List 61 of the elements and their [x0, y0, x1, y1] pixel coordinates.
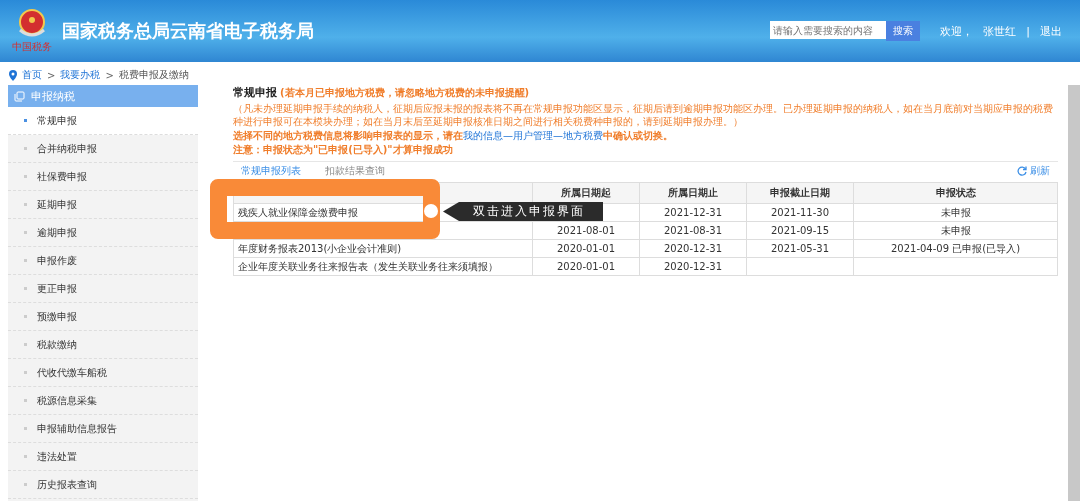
- logo-caption: 中国税务: [12, 40, 52, 54]
- location-pin-icon: [9, 69, 17, 81]
- breadcrumb-link[interactable]: 我要办税: [60, 68, 101, 82]
- settings-link[interactable]: 我的信息—用户管理—地方税费: [463, 130, 603, 141]
- table-cell: 残疾人就业保障金缴费申报: [238, 206, 358, 218]
- table-cell: 2020-12-31: [663, 261, 723, 272]
- user-name: 张世红: [983, 23, 1017, 39]
- tab[interactable]: 扣款结果查询: [325, 164, 385, 178]
- sidebar-item[interactable]: 延期申报: [8, 191, 198, 219]
- column-header: 所属日期止: [668, 187, 718, 198]
- table-cell: 未申报: [940, 206, 971, 218]
- sidebar-item[interactable]: 常规申报: [8, 107, 198, 135]
- breadcrumb-separator: >: [47, 69, 56, 81]
- table-cell: 2021-09-15: [770, 225, 830, 236]
- column-header: 申报截止日期: [770, 187, 830, 198]
- table-cell: 2021-12-31: [663, 207, 723, 218]
- sidebar-item[interactable]: 税款缴纳: [8, 331, 198, 359]
- refresh-button[interactable]: 刷新: [1017, 164, 1050, 178]
- search-field[interactable]: 请输入需要搜索的内容: [770, 21, 887, 39]
- table-cell: 2020-12-31: [663, 243, 723, 254]
- breadcrumb-link[interactable]: 税费申报及缴纳: [118, 68, 189, 82]
- table-cell: 2020-01-01: [556, 261, 616, 272]
- table-cell: 2020-01-01: [556, 243, 616, 254]
- welcome-text: 欢迎，: [940, 23, 974, 39]
- table-cell: 2021-11-30: [770, 207, 830, 218]
- table-cell: 2021-08-01: [556, 225, 616, 236]
- copy-icon: [14, 90, 25, 102]
- table-cell: 2021-04-09 已申报(已导入): [890, 242, 1021, 254]
- sidebar-item[interactable]: 社保费申报: [8, 163, 198, 191]
- sidebar-item[interactable]: 逾期申报: [8, 219, 198, 247]
- sidebar-title: 申报纳税: [31, 88, 75, 104]
- table-cell: 企业年度关联业务往来报告表（发生关联业务往来须填报）: [238, 260, 498, 272]
- sidebar-item[interactable]: 税源信息采集: [8, 387, 198, 415]
- sidebar-item[interactable]: 申报辅助信息报告: [8, 415, 198, 443]
- warning-text: 注意：申报状态为"已申报(已导入)"才算申报成功: [233, 143, 454, 156]
- column-header: 申报状态: [935, 187, 976, 198]
- refresh-icon: [1017, 166, 1027, 176]
- sidebar-item[interactable]: 预缴申报: [8, 303, 198, 331]
- table-cell: 2021-05-31: [770, 243, 830, 254]
- sidebar-item[interactable]: 违法处置: [8, 443, 198, 471]
- sidebar-item[interactable]: 申报作废: [8, 247, 198, 275]
- site-title: 国家税务总局云南省电子税务局: [62, 19, 314, 43]
- callout-tooltip: 双击进入申报界面: [443, 202, 603, 221]
- table-cell: 年度财务报表2013(小企业会计准则): [238, 242, 402, 254]
- title-note: (若本月已申报地方税费，请忽略地方税费的未申报提醒): [280, 86, 530, 100]
- sidebar-item[interactable]: 历史报表查询: [8, 471, 198, 499]
- table-cell: 未申报: [940, 224, 971, 236]
- section-title: 常规申报: [233, 85, 277, 100]
- scrollbar[interactable]: [1068, 85, 1080, 501]
- tab[interactable]: 常规申报列表: [241, 164, 301, 178]
- breadcrumb-separator: >: [105, 69, 114, 81]
- column-header: 所属日期起: [561, 187, 611, 198]
- separator: |: [1026, 24, 1030, 38]
- sidebar-item[interactable]: 代收代缴车船税: [8, 359, 198, 387]
- hint-text: 选择不同的地方税费信息将影响申报表的显示，请在我的信息—用户管理—地方税费中确认或切换。: [233, 129, 674, 142]
- notice-text: （凡未办理延期申报手续的纳税人，征期后应报未报的报表将不再在常规申报功能区显示，征期后请到逾期申报功能区办理。已办理延期申报的纳税人，如在当月底前对当期应申报的税费种进行申报可在本模块办理；如在当月末后至延期申报核准日期之间进行相关税费种申报的，请到延期申报办理。）: [233, 102, 1054, 128]
- search-button[interactable]: 搜索: [886, 21, 921, 41]
- breadcrumb-link[interactable]: 首页: [22, 68, 42, 82]
- table-cell: 2021-08-31: [663, 225, 723, 236]
- sidebar-item[interactable]: 合并纳税申报: [8, 135, 198, 163]
- sidebar-item[interactable]: 更正申报: [8, 275, 198, 303]
